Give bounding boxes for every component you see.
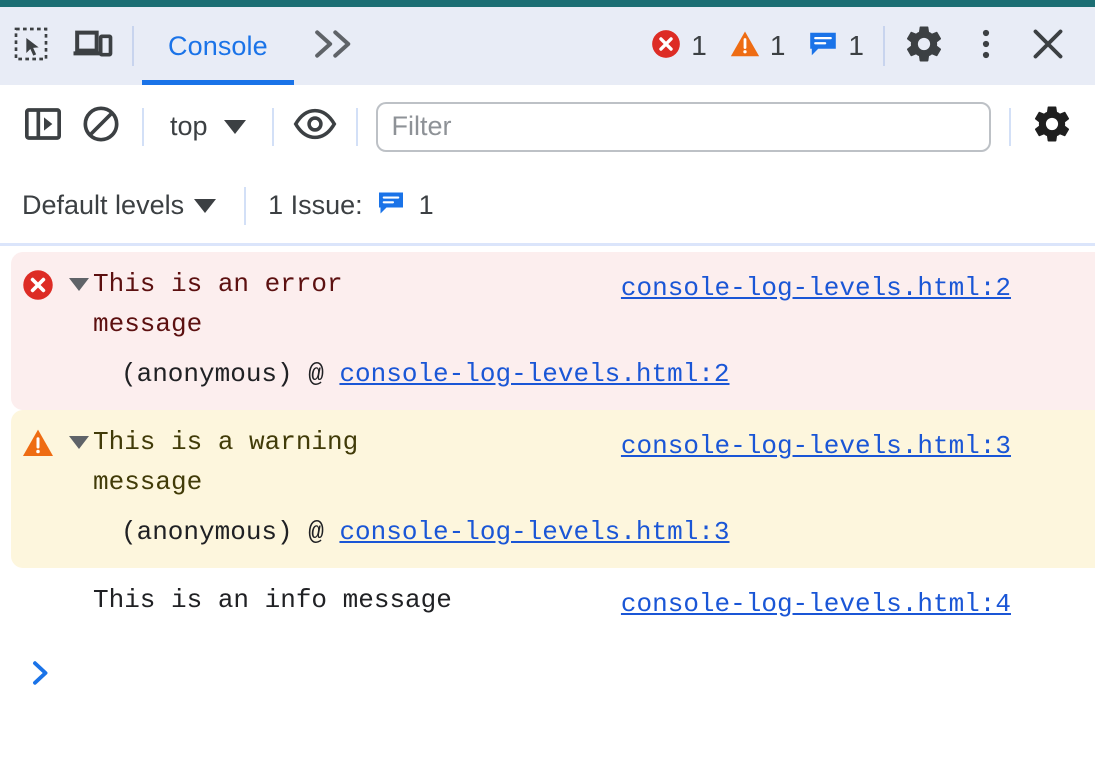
console-prompt[interactable] — [0, 636, 1095, 698]
live-expression-button[interactable] — [286, 98, 344, 156]
triangle-down-icon — [69, 436, 89, 449]
console-message-source-link[interactable]: console-log-levels.html:3 — [621, 426, 1011, 466]
warning-count-label: 1 — [770, 30, 786, 62]
console-message-stack: (anonymous) @ console-log-levels.html:3 — [11, 502, 1095, 552]
levelsbar-divider — [244, 187, 246, 225]
close-devtools-button[interactable] — [1017, 7, 1079, 85]
execution-context-selector[interactable]: top — [156, 98, 260, 156]
execution-context-label: top — [170, 111, 208, 142]
filter-input[interactable] — [376, 102, 991, 152]
message-level-badge — [11, 264, 65, 315]
chevron-down-icon — [194, 199, 216, 213]
filterbar-divider-1 — [142, 108, 144, 146]
clear-console-icon — [81, 104, 121, 149]
gear-icon — [1031, 103, 1073, 150]
message-disclosure-toggle[interactable] — [65, 264, 93, 291]
kebab-menu-icon — [968, 25, 1004, 68]
console-message-list: This is an error message (anonymous) @ c… — [0, 246, 1095, 698]
warning-icon — [729, 28, 761, 65]
prompt-chevron-icon — [28, 658, 54, 693]
more-tabs-button[interactable] — [294, 7, 374, 85]
chevron-down-icon — [224, 120, 246, 134]
inspect-element-icon — [11, 24, 51, 69]
warning-icon — [21, 426, 55, 473]
error-count-label: 1 — [691, 30, 707, 62]
console-message-warning[interactable]: This is a warning message (anonymous) @ … — [11, 410, 1095, 568]
filterbar-divider-4 — [1009, 108, 1011, 146]
issues-summary-button[interactable]: 1 Issue: 1 — [268, 188, 434, 223]
filterbar-divider-3 — [356, 108, 358, 146]
stack-frame-link[interactable]: console-log-levels.html:2 — [339, 359, 729, 389]
tabbar-left-controls: Console — [0, 7, 374, 85]
console-levels-toolbar: Default levels 1 Issue: 1 — [0, 168, 1095, 246]
tabbar-divider — [132, 26, 134, 66]
tabbar-right-controls: 1 1 1 — [639, 7, 1095, 85]
console-filter-toolbar: top — [0, 85, 1095, 168]
console-message-stack: (anonymous) @ console-log-levels.html:2 — [11, 344, 1095, 394]
inspect-element-button[interactable] — [0, 7, 62, 85]
console-message-source-link[interactable]: console-log-levels.html:4 — [621, 584, 1011, 624]
error-count-button[interactable]: 1 — [639, 28, 718, 65]
log-levels-label: Default levels — [22, 190, 184, 221]
issues-icon — [807, 28, 839, 65]
console-message-text: This is an info message — [93, 580, 453, 620]
devtools-settings-button[interactable] — [893, 7, 955, 85]
info-count-button[interactable]: 1 — [796, 28, 875, 65]
eye-icon — [293, 104, 337, 149]
console-message-text: This is an error message — [93, 264, 453, 344]
device-toolbar-button[interactable] — [62, 7, 124, 85]
stack-frame-link[interactable]: console-log-levels.html:3 — [339, 517, 729, 547]
tabbar-right-divider — [883, 26, 885, 66]
issues-summary-label: 1 Issue: — [268, 190, 363, 221]
issues-icon — [376, 188, 406, 223]
log-levels-selector[interactable]: Default levels — [22, 190, 222, 221]
console-sidebar-toggle-button[interactable] — [14, 98, 72, 156]
stack-frame-label: (anonymous) @ — [121, 517, 339, 547]
clear-console-button[interactable] — [72, 98, 130, 156]
gear-icon — [903, 23, 945, 70]
device-toolbar-icon — [73, 24, 113, 69]
console-message-source-link[interactable]: console-log-levels.html:2 — [621, 268, 1011, 308]
message-level-badge — [11, 422, 65, 473]
message-disclosure-toggle[interactable] — [65, 422, 93, 449]
console-message-text: This is a warning message — [93, 422, 453, 502]
console-message-error[interactable]: This is an error message (anonymous) @ c… — [11, 252, 1095, 410]
warning-count-button[interactable]: 1 — [718, 28, 797, 65]
devtools-tabbar: Console 1 — [0, 7, 1095, 85]
console-settings-button[interactable] — [1023, 98, 1081, 156]
devtools-more-options-button[interactable] — [955, 7, 1017, 85]
triangle-down-icon — [69, 278, 89, 291]
tab-console-label: Console — [168, 31, 268, 62]
console-sidebar-icon — [23, 104, 63, 149]
window-accent-bar — [0, 0, 1095, 7]
tab-console[interactable]: Console — [142, 7, 294, 85]
issues-count-label: 1 — [419, 190, 434, 221]
error-icon — [21, 268, 55, 315]
filterbar-divider-2 — [272, 108, 274, 146]
info-count-label: 1 — [848, 30, 864, 62]
stack-frame-label: (anonymous) @ — [121, 359, 339, 389]
error-icon — [650, 28, 682, 65]
close-icon — [1028, 24, 1068, 69]
console-message-info[interactable]: This is an info message console-log-leve… — [11, 568, 1095, 636]
chevron-double-right-icon — [312, 27, 356, 66]
